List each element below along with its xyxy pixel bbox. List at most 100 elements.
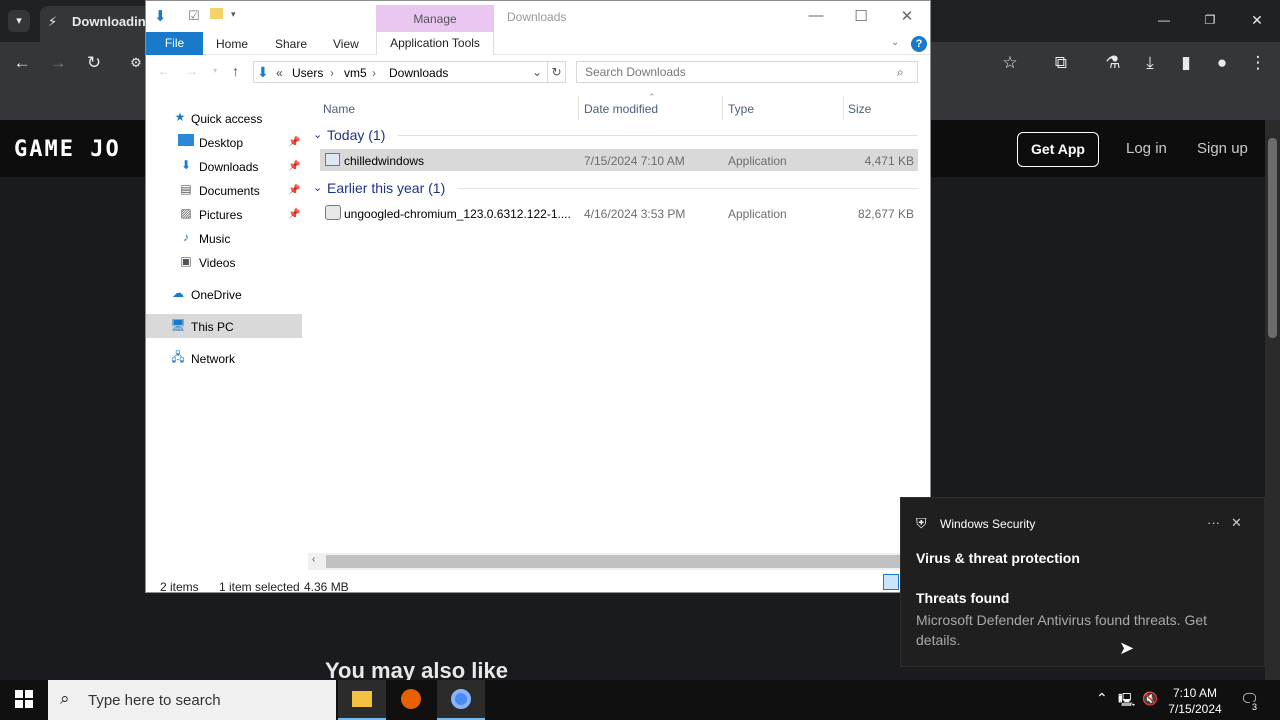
log-in-link[interactable]: Log in <box>1126 140 1167 157</box>
file-date: 7/15/2024 7:10 AM <box>584 154 685 168</box>
profile-icon[interactable]: ● <box>1210 53 1234 73</box>
group-header-earlier[interactable]: Earlier this year (1) <box>327 180 445 196</box>
column-type[interactable]: Type <box>728 102 754 116</box>
browser-tab[interactable]: ⚡ Downloading <box>40 6 150 42</box>
column-divider[interactable] <box>843 96 844 120</box>
scroll-thumb[interactable] <box>1268 138 1277 338</box>
scroll-left-icon[interactable]: ‹ <box>312 554 315 565</box>
expand-ribbon-icon[interactable]: ⌄ <box>891 37 899 48</box>
computer-icon: 🖥 <box>170 318 186 332</box>
extensions-icon[interactable]: ⧉ <box>1049 53 1073 73</box>
minimize-icon[interactable]: — <box>1152 10 1176 30</box>
more-options-icon[interactable]: ··· <box>1207 515 1220 530</box>
file-explorer-taskbar-button[interactable] <box>338 680 386 720</box>
nav-videos[interactable]: ▣ Videos <box>146 250 302 274</box>
file-row[interactable]: chilledwindows 7/15/2024 7:10 AM Applica… <box>320 149 918 171</box>
firefox-taskbar-button[interactable] <box>387 680 435 720</box>
column-headers: Name ⌃ Date modified Type Size <box>316 92 920 120</box>
sign-up-link[interactable]: Sign up <box>1197 140 1248 157</box>
nav-network[interactable]: 🖧 Network <box>146 346 302 370</box>
pin-icon[interactable]: 📌 <box>288 185 300 196</box>
refresh-icon[interactable]: ↻ <box>548 61 566 83</box>
tab-file[interactable]: File <box>146 32 203 55</box>
up-icon[interactable]: ↑ <box>232 63 239 79</box>
bookmark-star-icon[interactable]: ☆ <box>998 53 1022 73</box>
windows-start-icon[interactable] <box>15 690 33 708</box>
nav-quick-access[interactable]: ★ Quick access <box>146 106 302 130</box>
overflow-icon[interactable]: « <box>276 66 283 80</box>
new-folder-icon[interactable] <box>210 8 223 19</box>
tab-view[interactable]: View <box>333 37 359 51</box>
close-icon[interactable]: ✕ <box>1245 10 1269 30</box>
column-name[interactable]: Name <box>323 102 355 116</box>
customize-qat-icon[interactable]: ▾ <box>231 9 236 20</box>
breadcrumb-vm5[interactable]: vm5 <box>344 66 367 80</box>
nav-downloads[interactable]: ⬇ Downloads 📌 <box>146 154 302 178</box>
pictures-icon: ▨ <box>180 206 192 220</box>
minimize-icon[interactable]: — <box>801 7 831 24</box>
nav-this-pc[interactable]: 🖥 This PC <box>146 314 302 338</box>
chromium-taskbar-button[interactable] <box>437 680 485 720</box>
clock[interactable]: 7:10 AM 7/15/2024 <box>1160 685 1230 717</box>
address-bar[interactable]: ⬇ « Users › vm5 › Downloads ⌄ <box>253 61 548 83</box>
nav-onedrive[interactable]: ☁ OneDrive <box>146 282 302 306</box>
nav-music[interactable]: ♪ Music <box>146 226 302 250</box>
properties-icon[interactable]: ☑ <box>188 8 200 24</box>
search-input[interactable]: Search Downloads ⌕ <box>576 61 918 83</box>
taskbar-search-input[interactable]: ⌕ Type here to search <box>48 680 336 720</box>
nav-documents[interactable]: ▤ Documents 📌 <box>146 178 302 202</box>
back-icon[interactable]: ← <box>10 53 34 73</box>
chevron-down-icon[interactable]: ⌄ <box>532 65 542 79</box>
menu-icon[interactable]: ⋮ <box>1246 53 1270 73</box>
pin-icon[interactable]: 📌 <box>288 161 300 172</box>
forward-icon[interactable]: → <box>46 53 70 73</box>
manage-label: Manage <box>413 12 457 26</box>
details-view-icon[interactable] <box>883 574 899 590</box>
pin-icon[interactable]: 📌 <box>288 209 300 220</box>
toast-app-name: Windows Security <box>940 517 1036 531</box>
tab-share[interactable]: Share <box>275 37 307 51</box>
breadcrumb-users[interactable]: Users <box>292 66 323 80</box>
tab-search-icon[interactable]: ▾ <box>8 10 30 32</box>
installer-icon <box>325 205 341 220</box>
column-divider[interactable] <box>722 96 723 120</box>
restore-icon[interactable]: ❐ <box>1198 10 1222 30</box>
tab-application-tools[interactable]: Application Tools <box>376 32 494 55</box>
pin-icon[interactable]: 📌 <box>288 137 300 148</box>
close-icon[interactable]: ✕ <box>892 7 922 25</box>
column-date-modified[interactable]: Date modified <box>584 102 658 116</box>
chevron-right-icon[interactable]: › <box>372 66 376 80</box>
chevron-right-icon[interactable]: › <box>330 66 334 80</box>
download-icon[interactable]: ⤓ <box>1138 53 1162 73</box>
chevron-down-icon[interactable]: ⌄ <box>313 128 322 141</box>
notification-toast[interactable]: ⛨ Windows Security ··· ✕ Virus & threat … <box>900 497 1265 667</box>
recent-locations-icon[interactable]: ▾ <box>213 66 217 75</box>
column-size[interactable]: Size <box>848 102 871 116</box>
site-logo[interactable]: GAME JO <box>14 137 121 162</box>
nav-desktop[interactable]: Desktop 📌 <box>146 130 302 154</box>
nav-pictures[interactable]: ▨ Pictures 📌 <box>146 202 302 226</box>
group-header-today[interactable]: Today (1) <box>327 127 385 143</box>
scroll-thumb[interactable] <box>326 555 906 568</box>
horizontal-scrollbar[interactable]: ‹ <box>308 553 930 570</box>
forward-icon[interactable]: → <box>186 64 198 78</box>
file-size: 82,677 KB <box>857 207 914 221</box>
page-scrollbar[interactable] <box>1265 120 1280 680</box>
labs-icon[interactable]: ⚗ <box>1101 53 1125 73</box>
help-icon[interactable]: ? <box>911 36 927 52</box>
chevron-down-icon[interactable]: ⌄ <box>313 181 322 194</box>
get-app-button[interactable]: Get App <box>1017 132 1099 167</box>
navigation-pane: ★ Quick access Desktop 📌 ⬇ Downloads 📌 ▤… <box>146 96 306 551</box>
volume-muted-icon[interactable]: 🔇 <box>1142 691 1158 707</box>
breadcrumb-downloads[interactable]: Downloads <box>389 66 448 80</box>
column-divider[interactable] <box>578 96 579 120</box>
network-icon[interactable]: 🖳 <box>1118 691 1135 713</box>
chevron-up-icon[interactable]: ⌃ <box>1096 690 1108 707</box>
file-row[interactable]: ungoogled-chromium_123.0.6312.122-1.... … <box>320 202 918 224</box>
tab-home[interactable]: Home <box>216 37 248 51</box>
close-icon[interactable]: ✕ <box>1231 515 1242 531</box>
maximize-icon[interactable]: ☐ <box>846 7 876 25</box>
reload-icon[interactable]: ↻ <box>82 53 106 73</box>
back-icon[interactable]: ← <box>158 64 170 78</box>
side-panel-icon[interactable]: ▮ <box>1174 53 1198 73</box>
